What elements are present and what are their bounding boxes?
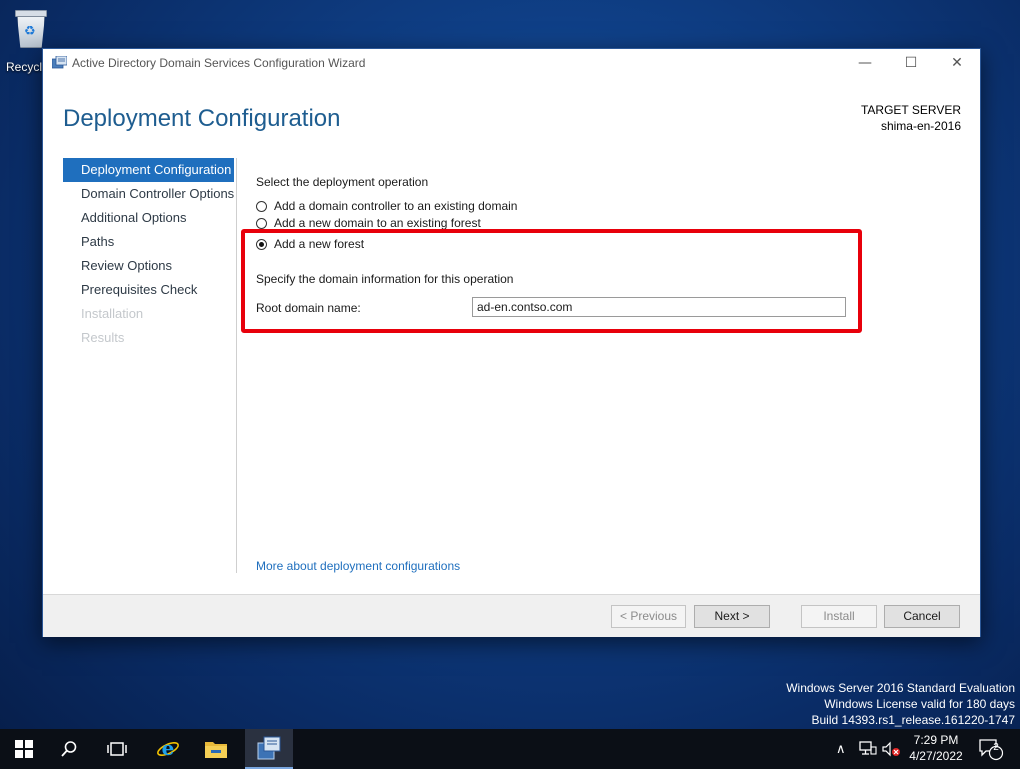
network-button[interactable]: [859, 729, 877, 769]
radio-label: Add a new domain to an existing forest: [274, 217, 481, 229]
taskbar-clock[interactable]: 7:29 PM 4/27/2022: [904, 732, 968, 764]
close-button[interactable]: ✕: [934, 49, 980, 77]
nav-item-additional-options[interactable]: Additional Options: [63, 206, 234, 230]
wizard-footer: < Previous Next > Install Cancel: [43, 594, 980, 637]
action-center-button[interactable]: 2: [978, 729, 1004, 769]
radio-label: Add a domain controller to an existing d…: [274, 199, 518, 213]
nav-divider: [236, 158, 237, 573]
search-icon: [61, 741, 77, 757]
window-title: Active Directory Domain Services Configu…: [72, 56, 366, 70]
highlight-box: [241, 229, 862, 333]
nav-item-prerequisites-check[interactable]: Prerequisites Check: [63, 278, 234, 302]
volume-button[interactable]: [881, 729, 901, 769]
nav-item-domain-controller-options[interactable]: Domain Controller Options: [63, 182, 234, 206]
show-hidden-icons-button[interactable]: ∧: [836, 729, 846, 769]
watermark-build: Build 14393.rs1_release.161220-1747: [811, 713, 1016, 727]
task-view-button[interactable]: [93, 729, 141, 769]
wizard-window: Active Directory Domain Services Configu…: [42, 48, 981, 637]
target-server: TARGET SERVER shima-en-2016: [861, 102, 961, 134]
taskbar: e ∧ 7:29 PM 4/27/2022 2: [0, 729, 1020, 769]
maximize-button[interactable]: ☐: [888, 49, 934, 77]
minimize-icon: —: [858, 55, 872, 71]
server-manager-taskbar-button[interactable]: [245, 729, 293, 769]
maximize-icon: ☐: [904, 55, 918, 71]
clock-date: 4/27/2022: [909, 749, 963, 763]
windows-logo-icon: [15, 740, 33, 758]
internet-explorer-button[interactable]: e: [144, 729, 192, 769]
svg-text:e: e: [162, 737, 175, 760]
next-button[interactable]: Next >: [694, 605, 770, 628]
windows-watermark: Windows Server 2016 Standard Evaluation …: [786, 680, 1015, 728]
internet-explorer-icon: e: [157, 737, 179, 760]
server-manager-icon: [257, 736, 281, 760]
title-bar[interactable]: Active Directory Domain Services Configu…: [43, 49, 980, 77]
start-button[interactable]: [0, 729, 48, 769]
search-button[interactable]: [45, 729, 93, 769]
nav-item-deployment-configuration[interactable]: Deployment Configuration: [63, 158, 234, 182]
radio-existing-domain[interactable]: Add a domain controller to an existing d…: [256, 198, 517, 214]
watermark-license: Windows License valid for 180 days: [824, 697, 1015, 711]
operation-label: Select the deployment operation: [256, 175, 429, 189]
wizard-nav: Deployment Configuration Domain Controll…: [63, 158, 234, 350]
file-explorer-button[interactable]: [192, 729, 240, 769]
recycle-bin-icon: ♻: [13, 8, 47, 48]
install-button: Install: [801, 605, 877, 628]
nav-item-installation: Installation: [81, 306, 144, 321]
cancel-button[interactable]: Cancel: [884, 605, 960, 628]
close-icon: ✕: [951, 55, 963, 71]
folder-icon: [205, 742, 227, 758]
watermark-edition: Windows Server 2016 Standard Evaluation: [786, 681, 1015, 695]
nav-item-paths[interactable]: Paths: [63, 230, 234, 254]
server-manager-icon: [52, 56, 67, 69]
task-view-icon: [107, 742, 127, 756]
nav-item-review-options[interactable]: Review Options: [63, 254, 234, 278]
clock-time: 7:29 PM: [913, 733, 959, 747]
chevron-up-icon: ∧: [836, 741, 846, 757]
page-title: Deployment Configuration: [63, 105, 341, 132]
network-icon: [859, 741, 877, 755]
target-server-name: shima-en-2016: [880, 119, 961, 133]
radio-new-domain[interactable]: Add a new domain to an existing forest: [256, 217, 481, 229]
target-server-label: TARGET SERVER: [860, 103, 961, 117]
volume-muted-icon: [882, 741, 900, 757]
more-about-link[interactable]: More about deployment configurations: [256, 559, 460, 573]
nav-item-results: Results: [81, 330, 125, 345]
notification-count: 2: [993, 742, 999, 753]
radio-button[interactable]: [256, 217, 267, 229]
previous-button: < Previous: [611, 605, 686, 628]
radio-button[interactable]: [256, 200, 267, 212]
minimize-button[interactable]: —: [842, 49, 888, 77]
notification-icon: [979, 739, 1004, 761]
